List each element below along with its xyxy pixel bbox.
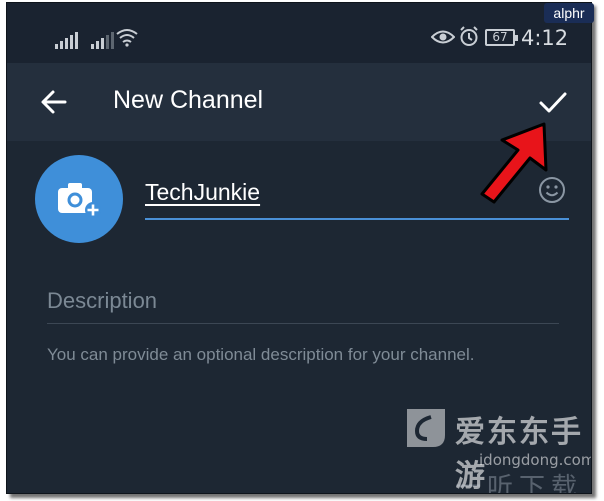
signal-icon: [55, 32, 78, 49]
signal-icon-2: [91, 32, 114, 49]
channel-name-underline: [145, 218, 569, 220]
watermark-footer: 一听下载: [455, 473, 584, 494]
channel-photo-button[interactable]: [35, 155, 123, 243]
alarm-icon: [460, 26, 478, 46]
watermark-logo-icon: [407, 409, 445, 447]
helper-text: You can provide an optional description …: [47, 345, 475, 364]
alphr-badge: alphr: [544, 3, 594, 23]
phone-screen: 67 4:12 New Channel TechJunkie Descripti…: [6, 2, 592, 494]
page-title: New Channel: [113, 86, 264, 114]
status-bar: 67 4:12: [7, 3, 591, 63]
camera-add-icon: [58, 183, 101, 218]
wifi-icon: [116, 29, 138, 47]
status-time: 4:12: [521, 26, 569, 50]
back-arrow-icon[interactable]: [37, 85, 71, 119]
annotation-arrow-icon: [480, 122, 548, 204]
battery-indicator: 67: [485, 29, 518, 46]
eye-icon: [431, 30, 455, 44]
description-underline: [47, 323, 559, 324]
description-input[interactable]: Description: [47, 288, 157, 314]
